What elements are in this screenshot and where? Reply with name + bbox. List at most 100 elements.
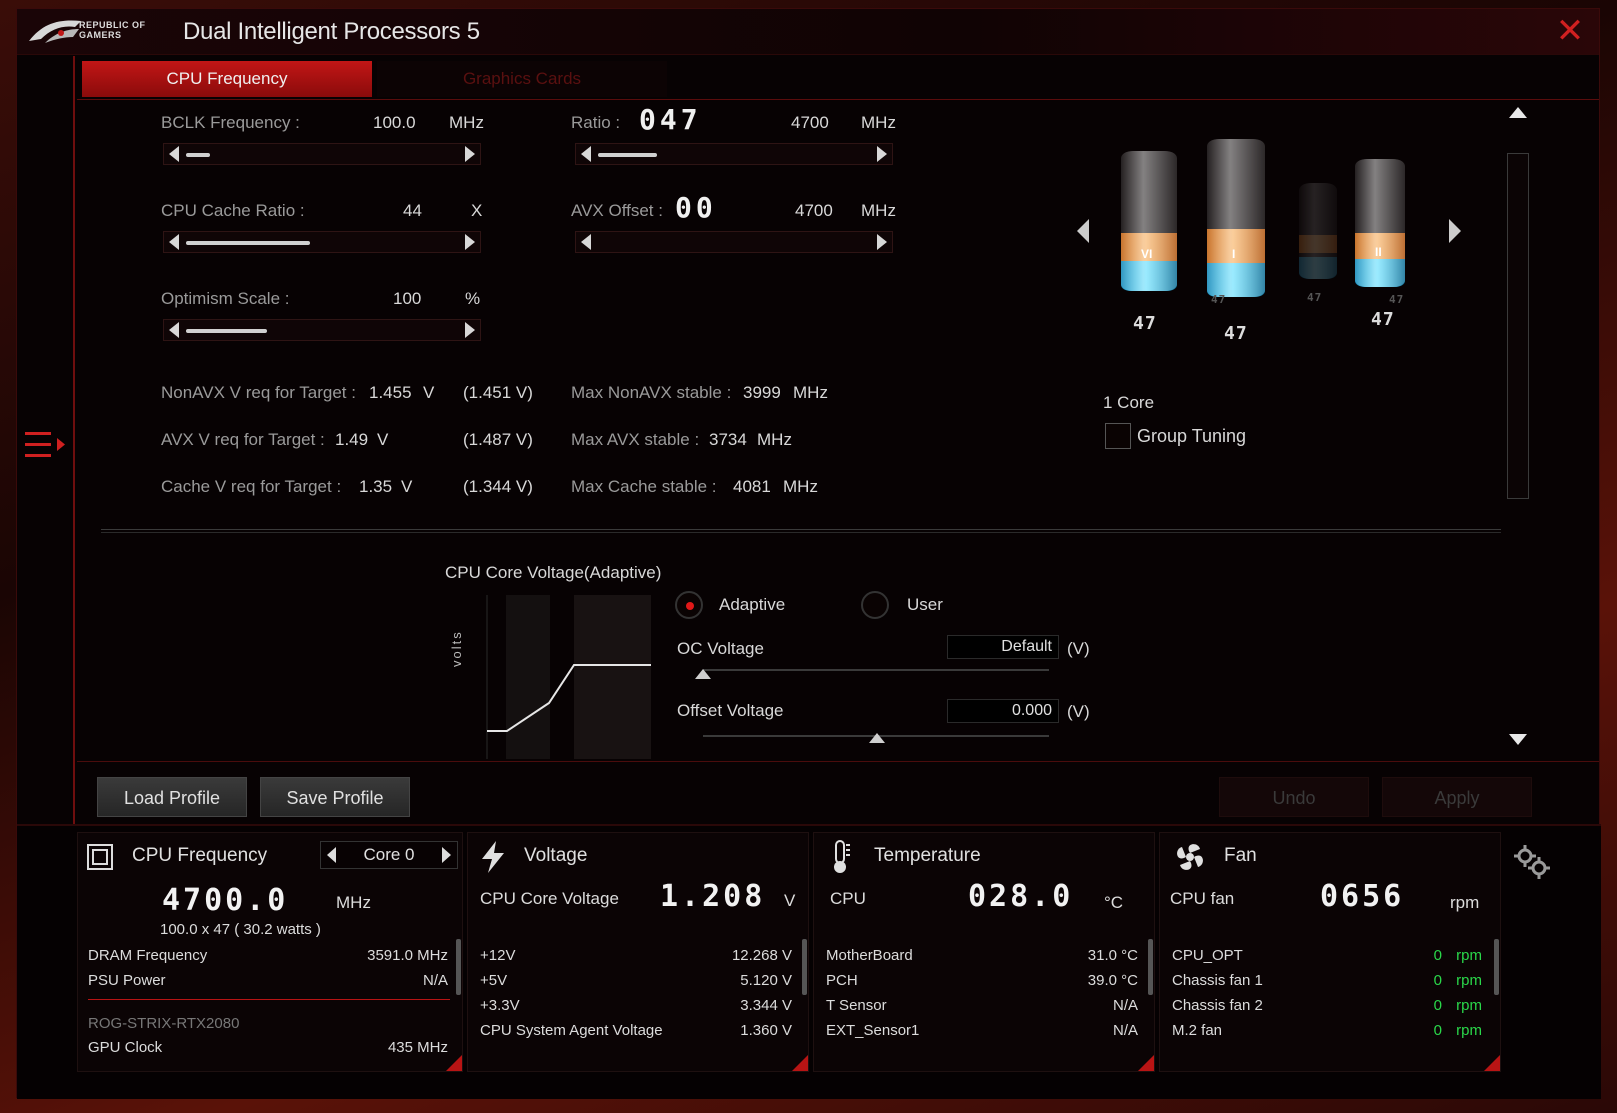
cpu-temperature-unit: °C xyxy=(1104,893,1124,912)
tab-graphics-cards[interactable]: Graphics Cards xyxy=(377,61,667,97)
core-ratio-value: 47 xyxy=(1371,309,1395,330)
scroll-up-arrow-icon[interactable] xyxy=(1509,107,1527,118)
core-select-dropdown[interactable]: Core 0 xyxy=(320,841,458,869)
cpu-fan-label: CPU fan xyxy=(1170,889,1235,908)
optimism-slider[interactable] xyxy=(163,319,481,341)
core-cylinder[interactable]: II xyxy=(1355,159,1405,287)
ratio-slider[interactable] xyxy=(575,143,893,165)
fan-monitor: Fan CPU fan 0656 rpm CPU_OPT 0 rpm Chass… xyxy=(1159,832,1501,1072)
core-cylinder-selected[interactable]: I xyxy=(1207,139,1265,297)
slider-right-arrow-icon[interactable] xyxy=(877,146,887,162)
monitor-row-name: +12V xyxy=(480,947,516,964)
profile-button-row: Load Profile Save Profile Undo Apply xyxy=(77,761,1599,823)
core-label: VI xyxy=(1141,247,1153,261)
offset-voltage-slider-thumb[interactable] xyxy=(869,733,885,743)
oc-voltage-input[interactable] xyxy=(947,635,1059,659)
monitor-row-name: CPU System Agent Voltage xyxy=(480,1022,663,1039)
temperature-monitor: Temperature CPU 028.0 °C MotherBoard 31.… xyxy=(813,832,1155,1072)
tab-cpu-frequency[interactable]: CPU Frequency xyxy=(82,61,372,97)
oc-voltage-slider-thumb[interactable] xyxy=(695,669,711,679)
cylinder-glass xyxy=(1121,151,1177,291)
group-tuning-checkbox[interactable] xyxy=(1105,423,1131,449)
max-avx-label: Max AVX stable : xyxy=(571,430,700,449)
monitor-row-value: 0 xyxy=(1433,972,1442,989)
monitor-row-name: CPU_OPT xyxy=(1172,947,1243,964)
monitor-row-value: N/A xyxy=(1112,997,1138,1014)
offset-voltage-label: Offset Voltage xyxy=(677,701,784,720)
load-profile-button[interactable]: Load Profile xyxy=(97,777,247,817)
cpu-monitor-scrollbar[interactable] xyxy=(456,939,461,995)
menu-expand-icon[interactable] xyxy=(25,428,69,462)
settings-gear-icon[interactable] xyxy=(1511,842,1551,882)
voltage-monitor-scrollbar[interactable] xyxy=(802,939,807,995)
close-button[interactable]: ✕ xyxy=(1555,14,1585,48)
slider-right-arrow-icon[interactable] xyxy=(877,234,887,250)
temperature-monitor-scrollbar[interactable] xyxy=(1148,939,1153,995)
slider-left-arrow-icon[interactable] xyxy=(169,322,179,338)
slider-fill xyxy=(186,329,267,333)
max-nonavx-unit: MHz xyxy=(793,383,828,402)
cpu-core-voltage-big-value: 1.208 xyxy=(660,879,766,914)
slider-right-arrow-icon[interactable] xyxy=(465,322,475,338)
monitor-row-value: 39.0 °C xyxy=(1087,972,1138,989)
app-window: REPUBLIC OF GAMERS Dual Intelligent Proc… xyxy=(16,8,1601,1099)
slider-right-arrow-icon[interactable] xyxy=(465,146,475,162)
core-prev-arrow-icon[interactable] xyxy=(1077,219,1089,243)
gpu-clock-label: GPU Clock xyxy=(88,1039,163,1056)
user-radio[interactable] xyxy=(861,591,889,619)
monitor-row-value: 5.120 V xyxy=(740,972,792,989)
monitor-row-value: 3.344 V xyxy=(740,997,792,1014)
max-nonavx-label: Max NonAVX stable : xyxy=(571,383,732,402)
cpu-core-voltage-label: CPU Core Voltage xyxy=(480,889,619,908)
cpu-core-voltage-unit: V xyxy=(784,891,796,910)
avx-offset-slider[interactable] xyxy=(575,231,893,253)
save-profile-button[interactable]: Save Profile xyxy=(260,777,410,817)
bclk-unit: MHz xyxy=(449,113,484,132)
oc-voltage-slider-track[interactable] xyxy=(703,669,1049,671)
bclk-value: 100.0 xyxy=(373,113,416,132)
monitor-row-value: 31.0 °C xyxy=(1087,947,1138,964)
offset-voltage-input[interactable] xyxy=(947,699,1059,723)
slider-left-arrow-icon[interactable] xyxy=(581,234,591,250)
monitor-row-value: 1.360 V xyxy=(740,1022,792,1039)
cpu-temperature-big-value: 028.0 xyxy=(968,879,1074,914)
slider-right-arrow-icon[interactable] xyxy=(465,234,475,250)
undo-button[interactable]: Undo xyxy=(1219,777,1369,817)
core-cylinder[interactable]: VI xyxy=(1121,151,1177,291)
cpu-frequency-monitor: CPU Frequency Core 0 4700.0 MHz 100.0 x … xyxy=(77,832,463,1072)
scroll-down-arrow-icon[interactable] xyxy=(1509,734,1527,745)
slider-fill xyxy=(186,241,310,245)
ratio-segment-display: 047 xyxy=(639,103,702,136)
slider-left-arrow-icon[interactable] xyxy=(169,146,179,162)
slider-left-arrow-icon[interactable] xyxy=(169,234,179,250)
lightning-bolt-icon xyxy=(482,841,504,873)
voltage-monitor-title: Voltage xyxy=(524,845,588,866)
optimism-value: 100 xyxy=(393,289,422,308)
monitor-row-value: N/A xyxy=(422,972,448,989)
scroll-thumb[interactable] xyxy=(1507,153,1529,499)
ratio-label: Ratio : xyxy=(571,113,621,132)
slider-fill xyxy=(598,153,657,157)
core-next-arrow-icon[interactable] xyxy=(1449,219,1461,243)
thermometer-icon xyxy=(834,840,850,873)
max-avx-unit: MHz xyxy=(757,430,792,449)
fan-monitor-scrollbar[interactable] xyxy=(1494,939,1499,995)
core-ratio-value: 47 xyxy=(1133,313,1157,334)
cache-ratio-slider[interactable] xyxy=(163,231,481,253)
bclk-slider[interactable] xyxy=(163,143,481,165)
avx-offset-label: AVX Offset : xyxy=(571,201,663,220)
core-cylinder[interactable] xyxy=(1299,183,1337,279)
slider-left-arrow-icon[interactable] xyxy=(581,146,591,162)
apply-button[interactable]: Apply xyxy=(1382,777,1532,817)
adaptive-radio[interactable] xyxy=(675,591,703,619)
core-selector: VI 47 I 47 47 47 II 47 47 xyxy=(1077,131,1497,391)
slider-fill xyxy=(186,153,210,157)
nonavx-vreq-label: NonAVX V req for Target : xyxy=(161,383,356,402)
main-scrollbar[interactable] xyxy=(1503,101,1531,753)
core-ratio-value: 47 xyxy=(1224,323,1248,344)
monitor-row-name: +3.3V xyxy=(480,997,520,1014)
optimism-unit: % xyxy=(465,289,481,308)
monitor-row-name: Chassis fan 1 xyxy=(1172,972,1263,989)
avx-vreq-unit: V xyxy=(377,430,389,449)
core-next-icon[interactable] xyxy=(442,847,451,863)
